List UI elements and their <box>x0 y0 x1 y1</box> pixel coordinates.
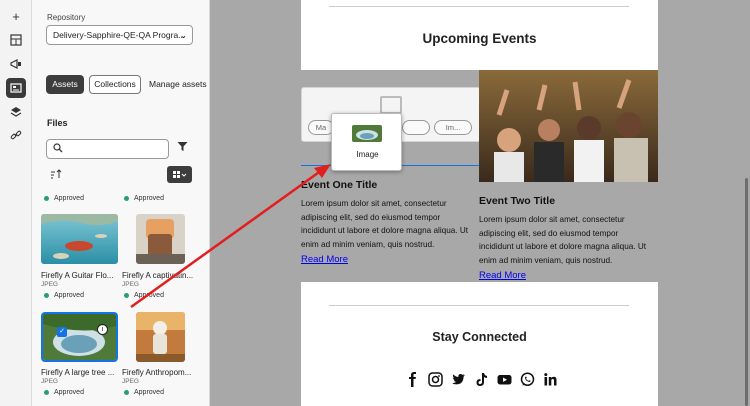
asset-panel: Repository Delivery-Sapphire-QE-QA Progr… <box>32 0 210 406</box>
repository-select[interactable]: Delivery-Sapphire-QE-QA Progra... ⌄ <box>46 25 193 45</box>
repository-value: Delivery-Sapphire-QE-QA Progra... <box>53 30 186 40</box>
stay-connected-section <box>301 282 658 406</box>
assets-icon[interactable] <box>6 78 26 98</box>
tab-assets[interactable]: Assets <box>46 75 84 94</box>
asset-status: Approved <box>124 195 164 202</box>
asset-type: JPEG <box>41 281 58 288</box>
upcoming-events-heading[interactable]: Upcoming Events <box>301 31 658 46</box>
asset-status: Approved <box>124 292 164 299</box>
youtube-icon[interactable] <box>497 372 512 387</box>
drag-preview-thumbnail <box>352 125 382 142</box>
info-icon[interactable]: i <box>97 324 108 335</box>
asset-status: Approved <box>124 389 164 396</box>
asset-title: Firefly A Guitar Flo... <box>41 271 114 280</box>
grid-view-button[interactable] <box>167 166 192 183</box>
instagram-icon[interactable] <box>428 372 443 387</box>
megaphone-icon[interactable] <box>6 54 26 74</box>
approved-dot <box>124 292 129 298</box>
tiktok-icon[interactable] <box>474 372 489 387</box>
link-icon[interactable] <box>6 125 26 145</box>
search-input[interactable] <box>46 139 169 159</box>
asset-title: Firefly A large tree ... <box>41 368 115 377</box>
approved-dot <box>124 195 129 201</box>
approved-dot <box>44 195 49 201</box>
divider <box>329 305 629 306</box>
tab-collections[interactable]: Collections <box>89 75 141 94</box>
asset-status: Approved <box>44 195 84 202</box>
asset-type: JPEG <box>41 378 58 385</box>
asset-thumbnail-large-tree[interactable]: ✓ i <box>41 312 118 362</box>
asset-status: Approved <box>44 389 84 396</box>
event-two-body[interactable]: Lorem ipsum dolor sit amet, consectetur … <box>479 213 654 267</box>
selected-checkbox[interactable]: ✓ <box>57 327 67 337</box>
asset-thumbnail-captivating[interactable] <box>136 214 185 264</box>
approved-dot <box>44 292 49 298</box>
whatsapp-icon[interactable] <box>520 372 535 387</box>
placeholder-button[interactable]: Im... <box>434 120 472 135</box>
divider <box>329 6 629 7</box>
manage-assets-link[interactable]: Manage assets <box>149 75 207 94</box>
event-two-image[interactable] <box>479 70 658 182</box>
scrollbar-thumb[interactable] <box>745 178 748 406</box>
approved-dot <box>124 389 129 395</box>
image-icon <box>380 96 402 114</box>
layout-icon[interactable] <box>6 30 26 50</box>
search-icon <box>53 143 63 156</box>
stay-connected-heading[interactable]: Stay Connected <box>301 330 658 344</box>
asset-thumbnail-guitar[interactable] <box>41 214 118 264</box>
plus-icon[interactable]: + <box>6 6 26 26</box>
sort-icon[interactable] <box>50 169 62 181</box>
social-icons <box>405 372 558 387</box>
event-one-read-more-link[interactable]: Read More <box>301 254 348 265</box>
event-one-body[interactable]: Lorem ipsum dolor sit amet, consectetur … <box>301 197 476 251</box>
chevron-down-icon: ⌄ <box>179 30 187 40</box>
files-title: Files <box>47 118 68 128</box>
event-one-title[interactable]: Event One Title <box>301 179 377 191</box>
asset-type: JPEG <box>122 281 139 288</box>
canvas-scrollbar[interactable] <box>726 0 750 406</box>
layers-icon[interactable] <box>6 102 26 122</box>
asset-title: Firefly Anthropom... <box>122 368 192 377</box>
asset-thumbnail-anthropomorphic[interactable] <box>136 312 185 362</box>
approved-dot <box>44 389 49 395</box>
drag-preview: Image <box>331 113 402 171</box>
left-icon-rail: + <box>0 0 32 406</box>
filter-icon[interactable] <box>177 141 188 155</box>
drag-preview-label: Image <box>356 150 379 159</box>
twitter-icon[interactable] <box>451 372 466 387</box>
event-two-read-more-link[interactable]: Read More <box>479 270 526 281</box>
asset-type: JPEG <box>122 378 139 385</box>
repository-label: Repository <box>47 13 86 22</box>
asset-status: Approved <box>44 292 84 299</box>
asset-title: Firefly A captivatin... <box>122 271 194 280</box>
placeholder-button-hidden[interactable] <box>402 120 430 135</box>
event-two-title[interactable]: Event Two Title <box>479 195 555 207</box>
facebook-icon[interactable] <box>405 372 420 387</box>
linkedin-icon[interactable] <box>543 372 558 387</box>
